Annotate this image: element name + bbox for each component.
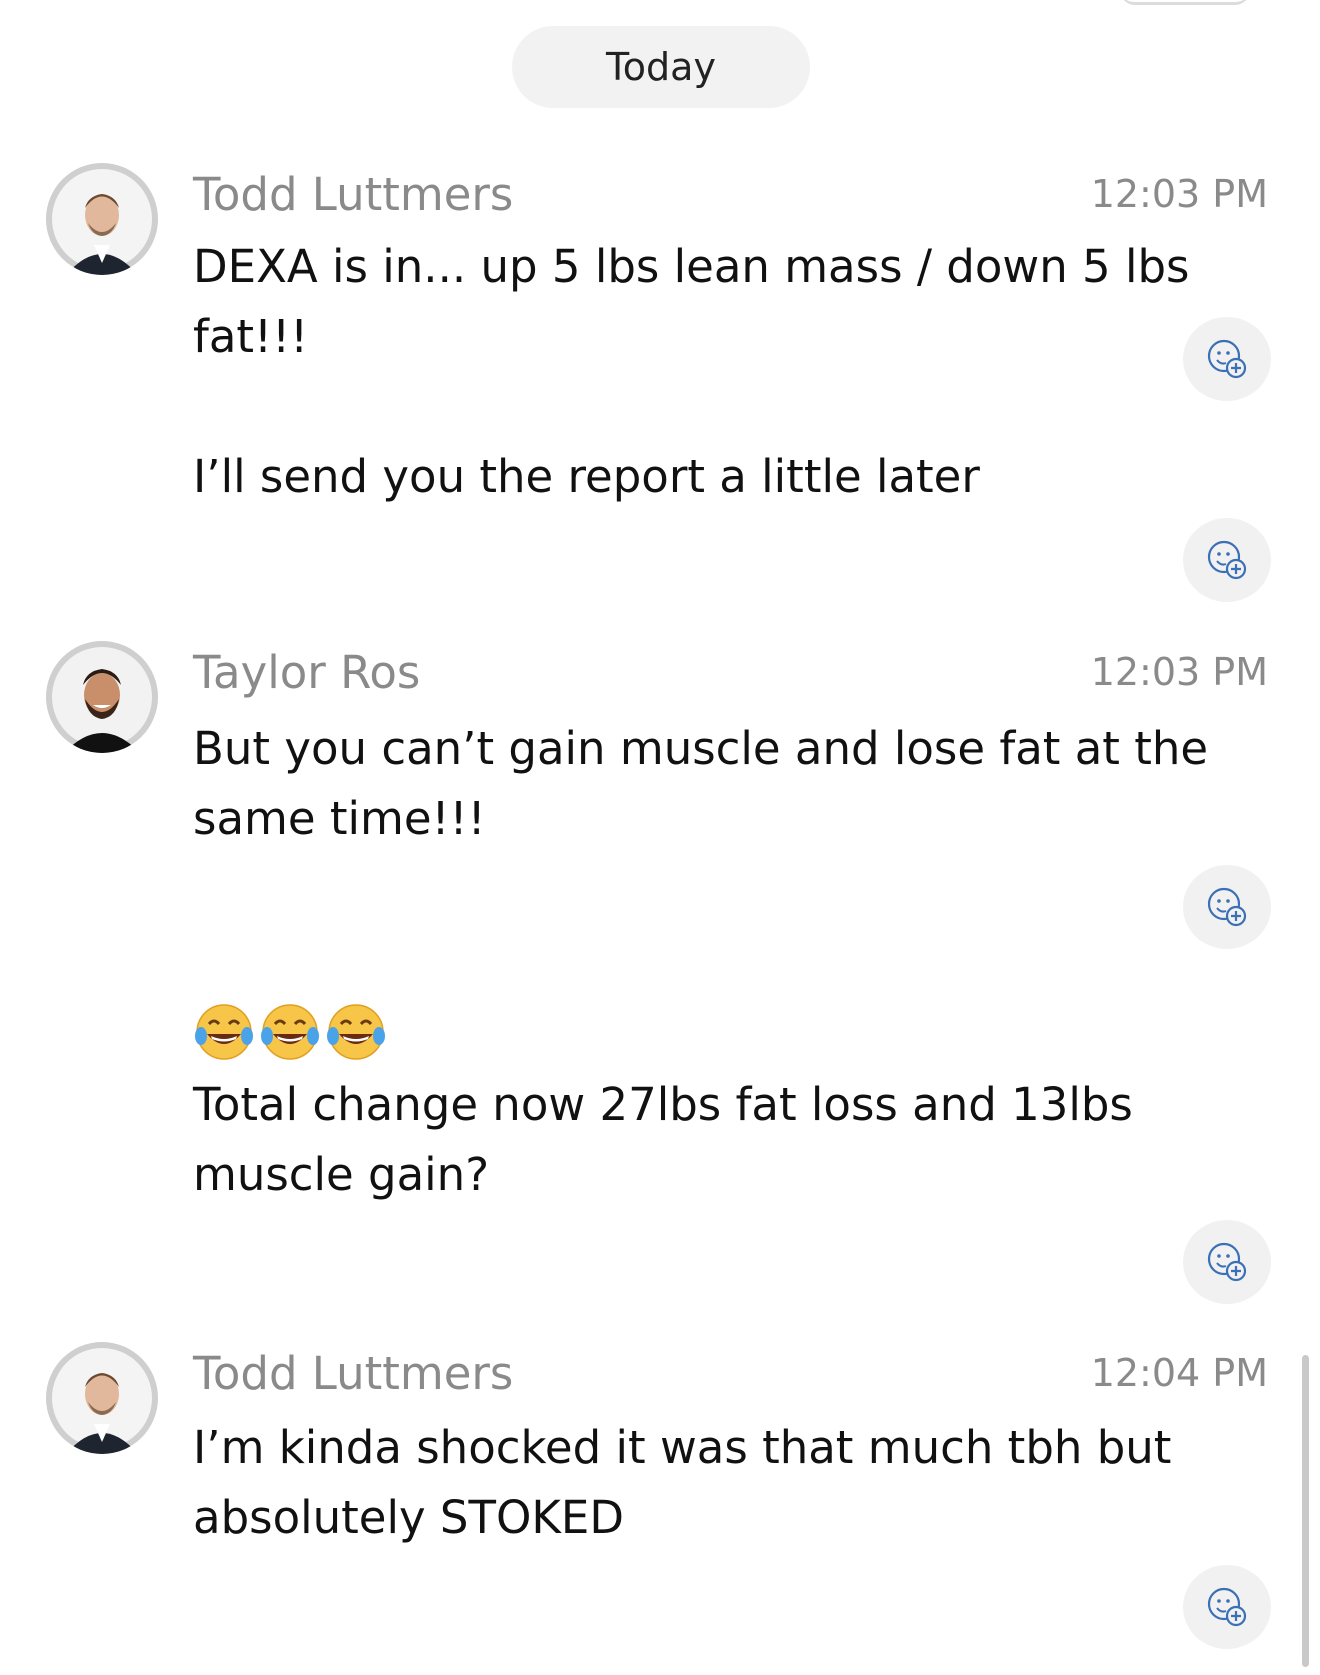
message-time: 12:03 PM bbox=[1090, 172, 1268, 216]
avatar-todd[interactable] bbox=[46, 1342, 158, 1454]
message-author: Todd Luttmers bbox=[193, 1347, 514, 1400]
avatar-todd[interactable] bbox=[46, 163, 158, 275]
taylor-avatar-icon bbox=[46, 641, 158, 753]
add-reaction-button[interactable] bbox=[1183, 1220, 1271, 1304]
message-text: I’m kinda shocked it was that much tbh b… bbox=[193, 1421, 1172, 1544]
add-reaction-icon bbox=[1207, 339, 1247, 379]
tears-of-joy-icon bbox=[195, 1004, 253, 1060]
message-text: Total change now 27lbs fat loss and 13lb… bbox=[193, 1078, 1133, 1201]
todd-avatar-icon bbox=[46, 163, 158, 275]
top-edge-arc bbox=[1120, 0, 1250, 5]
laughing-emoji-message: 😂😂😂 bbox=[193, 1002, 387, 1062]
message-time: 12:03 PM bbox=[1090, 650, 1268, 694]
tears-of-joy-icon bbox=[261, 1004, 319, 1060]
message-author: Taylor Ros bbox=[193, 646, 421, 699]
date-divider: Today bbox=[512, 26, 810, 108]
message-author: Todd Luttmers bbox=[193, 168, 514, 221]
add-reaction-icon bbox=[1207, 887, 1247, 927]
scrollbar[interactable] bbox=[1302, 1355, 1309, 1667]
message-text: DEXA is in... up 5 lbs lean mass / down … bbox=[193, 240, 1190, 363]
add-reaction-icon bbox=[1207, 540, 1247, 580]
add-reaction-button[interactable] bbox=[1183, 865, 1271, 949]
message-text: I’ll send you the report a little later bbox=[193, 450, 980, 503]
add-reaction-icon bbox=[1207, 1242, 1247, 1282]
add-reaction-button[interactable] bbox=[1183, 1565, 1271, 1649]
message-text: But you can’t gain muscle and lose fat a… bbox=[193, 722, 1209, 845]
date-divider-label: Today bbox=[606, 45, 716, 89]
add-reaction-button[interactable] bbox=[1183, 518, 1271, 602]
add-reaction-button[interactable] bbox=[1183, 317, 1271, 401]
todd-avatar-icon bbox=[46, 1342, 158, 1454]
avatar-taylor[interactable] bbox=[46, 641, 158, 753]
tears-of-joy-icon bbox=[327, 1004, 385, 1060]
message-time: 12:04 PM bbox=[1090, 1351, 1268, 1395]
add-reaction-icon bbox=[1207, 1587, 1247, 1627]
